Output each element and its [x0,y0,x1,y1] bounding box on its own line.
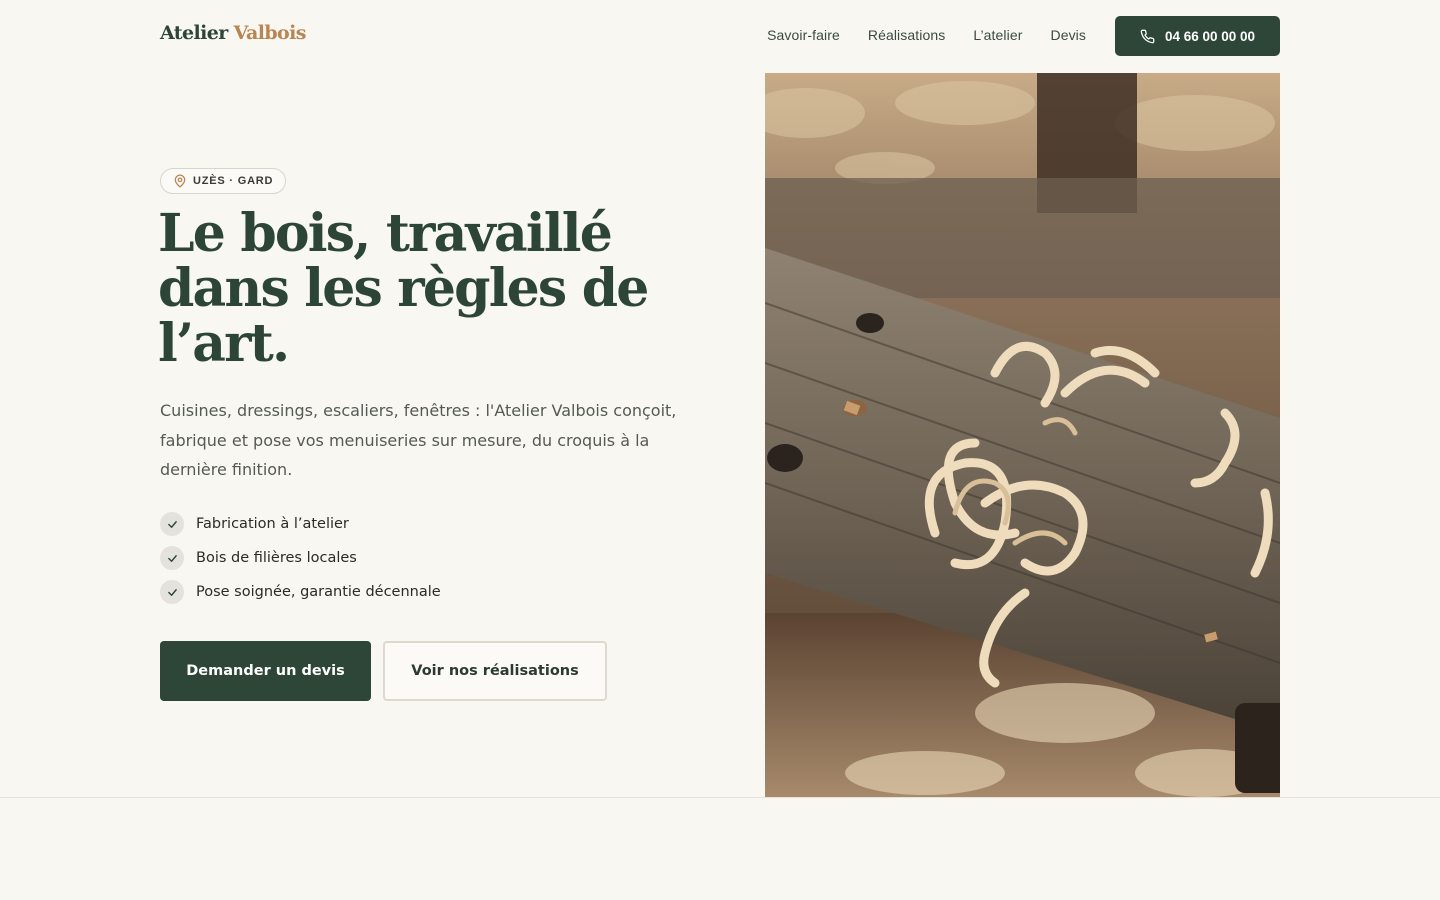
hero-lead: Cuisines, dressings, escaliers, fenêtres… [160,401,677,479]
section-divider [0,797,1440,798]
check-icon [160,580,184,604]
check-icon [160,512,184,536]
phone-icon [1140,29,1155,43]
request-quote-button[interactable]: Demander un devis [160,641,371,701]
site-logo[interactable]: Atelier Valbois [160,22,306,44]
nav-link-atelier[interactable]: L’atelier [973,27,1022,43]
nav-link-savoir-faire[interactable]: Savoir-faire [767,27,840,43]
feature-item: Bois de filières locales [160,546,441,570]
feature-text: Bois de filières locales [196,550,357,566]
hero-image [765,73,1280,797]
view-projects-button[interactable]: Voir nos réalisations [383,641,607,701]
logo-accent: Valbois [233,22,307,44]
feature-item: Pose soignée, garantie décennale [160,580,441,604]
check-icon [160,546,184,570]
feature-text: Pose soignée, garantie décennale [196,584,441,600]
location-label: UZÈS · GARD [193,175,274,187]
location-badge: UZÈS · GARD [160,168,287,194]
feature-text: Fabrication à l’atelier [196,516,349,532]
hero-headline: Le bois, travaillé dans les règles de l’… [158,203,649,374]
site-header: Atelier Valbois Savoir-faire Réalisation… [0,0,1440,72]
feature-item: Fabrication à l’atelier [160,512,441,536]
main-nav: Savoir-faire Réalisations L’atelier Devi… [767,27,1086,43]
phone-number: 04 66 00 00 00 [1164,28,1256,44]
phone-button[interactable]: 04 66 00 00 00 [1115,16,1280,56]
nav-link-realisations[interactable]: Réalisations [868,27,945,43]
nav-link-devis[interactable]: Devis [1050,27,1086,43]
wood-shavings-image [765,73,1280,797]
feature-list: Fabrication à l’atelier Bois de filières… [160,512,441,614]
logo-primary: Atelier [160,22,228,44]
map-pin-icon [174,174,186,188]
